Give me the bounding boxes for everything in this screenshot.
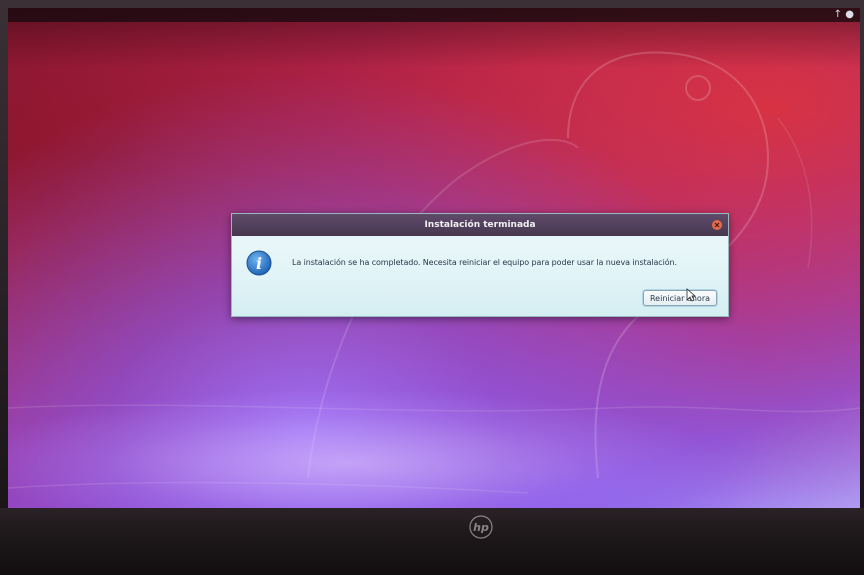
power-icon[interactable]: ● (845, 9, 854, 21)
mouse-pointer-icon (686, 288, 696, 302)
top-panel: ↑ ● (8, 8, 860, 22)
svg-text:i: i (256, 254, 262, 273)
hp-logo: hp (469, 515, 493, 539)
svg-text:hp: hp (473, 521, 489, 534)
dialog-titlebar[interactable]: Instalación terminada (232, 214, 728, 236)
close-icon (714, 222, 720, 228)
dialog-title: Instalación terminada (424, 220, 536, 230)
network-icon[interactable]: ↑ (834, 9, 842, 21)
dialog-message: La instalación se ha completado. Necesit… (292, 258, 677, 267)
screen-glare (8, 388, 728, 508)
info-icon: i (246, 250, 272, 276)
close-button[interactable] (712, 220, 722, 230)
installation-complete-dialog: Instalación terminada i La instalación s… (231, 213, 729, 317)
restart-now-button[interactable]: Reiniciar ahora (643, 290, 717, 306)
monitor-bezel (0, 508, 864, 575)
photo-frame: ↑ ● Instalación terminada i La instalaci (0, 0, 864, 575)
